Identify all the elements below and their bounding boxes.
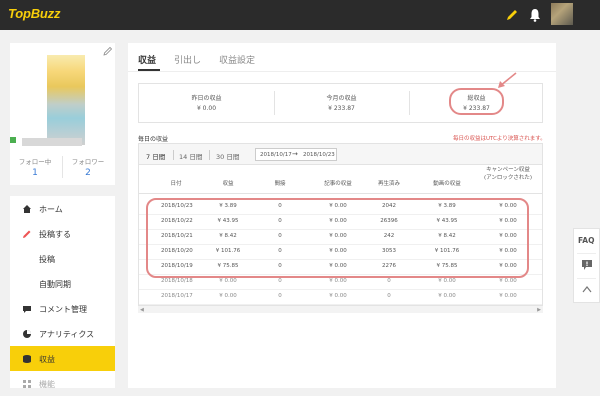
rows-highlight-annotation: [146, 198, 529, 278]
sidebar-item-home[interactable]: ホーム: [10, 196, 115, 221]
cell-revenue: ¥ 0.00: [219, 278, 237, 284]
summary-this-month: 今月の収益 ¥ 233.87: [274, 93, 409, 112]
tab-withdraw[interactable]: 引出し: [174, 53, 201, 66]
arrow-annotation-icon: [498, 72, 517, 88]
table-header-divider: [139, 193, 542, 194]
daily-revenue-title: 毎日の収益: [138, 136, 169, 143]
pie-chart-icon: [23, 330, 31, 338]
column-header-revenue: 収益: [222, 181, 234, 187]
summary-yesterday: 昨日の収益 ¥ 0.00: [139, 93, 274, 112]
period-30-days[interactable]: 30 日間: [216, 151, 239, 161]
cell-revenue: ¥ 0.00: [219, 293, 237, 299]
chevron-up-icon[interactable]: [581, 284, 593, 294]
pen-icon[interactable]: [504, 7, 520, 23]
comment-icon: [23, 306, 31, 313]
home-icon: [23, 205, 31, 213]
scroll-left-icon[interactable]: ◀: [140, 307, 144, 313]
period-divider: [209, 150, 210, 160]
tabs-divider: [128, 71, 556, 72]
date-range-picker[interactable]: 2018/10/17 → 2018/10/23: [255, 148, 337, 161]
summary-label: 今月の収益: [326, 95, 357, 102]
float-divider: [577, 278, 596, 279]
summary-value: ¥ 233.87: [328, 105, 355, 112]
sidebar-item-label: 投稿する: [39, 230, 71, 239]
sidebar-item-label: アナリティクス: [39, 330, 95, 339]
sidebar-item-label: 投稿: [39, 255, 55, 264]
pencil-icon: [23, 230, 31, 238]
column-header-plays: 再生済み: [377, 181, 400, 187]
sidebar-item-revenue[interactable]: 収益: [10, 346, 115, 371]
column-header-date: 日付: [170, 181, 182, 187]
tab-revenue-settings[interactable]: 収益設定: [219, 53, 255, 66]
topbuzz-logo[interactable]: TopBuzz: [8, 6, 60, 21]
sidebar-item-posts[interactable]: 投稿: [10, 246, 115, 271]
cell-plays: 0: [387, 293, 391, 299]
cell-indirect: 0: [278, 278, 282, 284]
cell-indirect: 0: [278, 293, 282, 299]
summary-value: ¥ 0.00: [196, 105, 217, 112]
cell-video-revenue: ¥ 0.00: [438, 278, 456, 284]
float-divider: [577, 253, 596, 254]
horizontal-scrollbar[interactable]: ◀ ▶: [138, 305, 543, 313]
sidebar-item-comments[interactable]: コメント管理: [10, 296, 115, 321]
sidebar-item-auto-sync[interactable]: 自動同期: [10, 271, 115, 296]
follow-stats: フォロー中 1 フォロワー 2: [10, 153, 115, 183]
total-highlight-annotation: [449, 88, 504, 115]
tab-revenue[interactable]: 収益: [138, 53, 156, 66]
following-label: フォロー中: [18, 158, 52, 166]
edit-icon[interactable]: [103, 46, 113, 56]
column-header-indirect: 間接: [274, 181, 286, 187]
cell-campaign-revenue: ¥ 0.00: [499, 278, 517, 284]
sidebar-nav: ホーム 投稿する 投稿 自動同期 コメント管理 アナリティクス 収益 機能: [10, 196, 115, 389]
column-header-campaign-revenue: キャンペーン収益(アンロックされた): [483, 167, 533, 181]
period-selector: 7 日間 14 日間 30 日間 2018/10/17 → 2018/10/23: [138, 143, 543, 165]
cell-article-revenue: ¥ 0.00: [329, 278, 347, 284]
arrow-right-icon: →: [292, 150, 298, 158]
followers-label: フォロワー: [71, 158, 105, 166]
help-float-panel: FAQ: [573, 228, 600, 303]
cell-video-revenue: ¥ 0.00: [438, 293, 456, 299]
sidebar-item-label: 収益: [39, 355, 55, 364]
feedback-icon[interactable]: [581, 259, 593, 271]
scroll-right-icon[interactable]: ▶: [537, 307, 541, 313]
faq-button[interactable]: FAQ: [578, 236, 594, 245]
column-header-video-revenue: 動画の収益: [433, 181, 461, 187]
sidebar-item-post[interactable]: 投稿する: [10, 221, 115, 246]
cell-campaign-revenue: ¥ 0.00: [499, 293, 517, 299]
following-stat[interactable]: フォロー中 1: [10, 156, 60, 178]
main-panel: 収益 引出し 収益設定 昨日の収益 ¥ 0.00 今月の収益 ¥ 233.87 …: [128, 43, 556, 388]
sidebar-item-label: 機能: [39, 380, 55, 389]
utc-note: 毎日の収益はUTCより決算されます。: [453, 136, 546, 142]
profile-avatar: [47, 55, 85, 145]
date-from: 2018/10/17: [260, 152, 292, 158]
followers-count: 2: [85, 168, 91, 178]
profile-name: [22, 138, 82, 146]
following-count: 1: [32, 168, 38, 178]
sidebar-item-label: 自動同期: [39, 280, 71, 289]
user-avatar[interactable]: [551, 3, 573, 25]
top-bar: TopBuzz: [0, 0, 600, 30]
coins-icon: [23, 355, 31, 363]
period-divider: [173, 150, 174, 160]
sidebar-item-label: ホーム: [39, 205, 63, 214]
period-7-days[interactable]: 7 日間: [146, 151, 165, 161]
cell-plays: 0: [387, 278, 391, 284]
cell-date: 2018/10/17: [161, 293, 193, 299]
sidebar-item-analytics[interactable]: アナリティクス: [10, 321, 115, 346]
table-row: 2018/10/17 ¥ 0.00 0 ¥ 0.00 0 ¥ 0.00 ¥ 0.00: [139, 289, 542, 304]
summary-label: 昨日の収益: [191, 95, 222, 102]
bell-icon[interactable]: [527, 7, 543, 23]
sidebar-item-label: コメント管理: [39, 305, 87, 314]
date-to: 2018/10/23: [303, 152, 335, 158]
sidebar-item-features[interactable]: 機能: [10, 371, 115, 396]
cell-date: 2018/10/18: [161, 278, 193, 284]
column-header-article-revenue: 記事の収益: [324, 181, 352, 187]
status-dot-icon: [10, 137, 16, 143]
period-14-days[interactable]: 14 日間: [179, 151, 202, 161]
followers-stat[interactable]: フォロワー 2: [63, 156, 113, 178]
cell-article-revenue: ¥ 0.00: [329, 293, 347, 299]
